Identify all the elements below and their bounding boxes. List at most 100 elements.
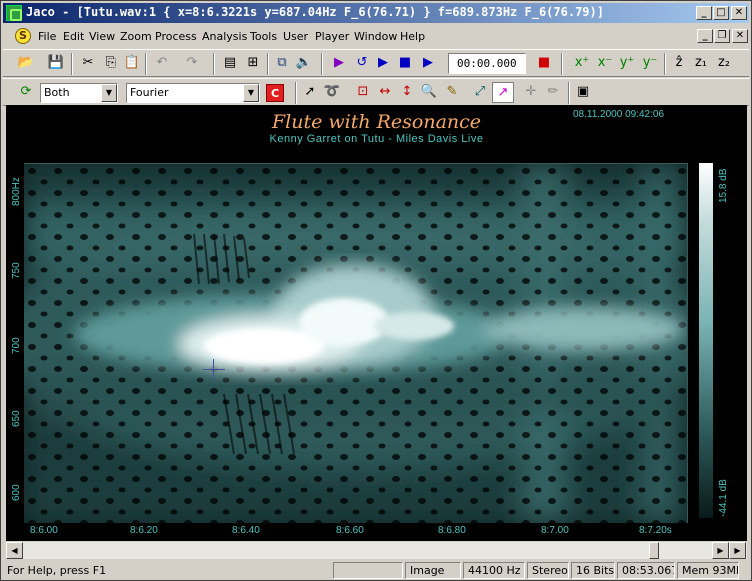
y-plus-icon[interactable]: y⁺ bbox=[616, 53, 638, 74]
channel-select[interactable]: Both ▼ bbox=[40, 83, 118, 103]
colorbar-max-label: 15.8 dB bbox=[718, 168, 729, 203]
y-tick-label: 700 bbox=[11, 337, 22, 354]
x-tick-label: 8:6.60 bbox=[336, 525, 364, 536]
open-folder-icon[interactable]: 📂 bbox=[15, 53, 37, 74]
select-horizontal-icon[interactable]: ↔ bbox=[374, 82, 396, 103]
x-minus-icon[interactable]: x⁻ bbox=[594, 53, 616, 74]
refresh-icon[interactable]: ⟳ bbox=[15, 82, 37, 103]
menu-edit[interactable]: Edit bbox=[63, 30, 84, 43]
status-bits: 16 Bits bbox=[571, 562, 615, 579]
horizontal-scrollbar[interactable]: ◀ ▶ ▶ bbox=[6, 542, 747, 559]
menu-file[interactable]: File bbox=[38, 30, 56, 43]
zoom-z-icon[interactable]: ẑ bbox=[668, 53, 690, 74]
play-icon[interactable]: ▶ bbox=[372, 53, 394, 74]
menu-window[interactable]: Window bbox=[354, 30, 397, 43]
brush-icon[interactable]: ✎ bbox=[441, 82, 463, 103]
toolbar-separator bbox=[561, 53, 563, 75]
paste-icon[interactable]: 📋 bbox=[121, 53, 143, 74]
x-tick-label: 8:6.20 bbox=[130, 525, 158, 536]
y-minus-icon[interactable]: y⁻ bbox=[639, 53, 661, 74]
app-icon[interactable] bbox=[6, 5, 22, 21]
mdi-minimize-button[interactable]: _ bbox=[697, 29, 713, 43]
window-title: Jaco - [Tutu.wav:1 { x=8:6.3221s y=687.0… bbox=[26, 5, 604, 19]
export-image-icon[interactable]: ⊞ bbox=[242, 53, 264, 74]
zoom-z1-icon[interactable]: z₁ bbox=[690, 53, 712, 74]
status-sample-rate: 44100 Hz bbox=[463, 562, 525, 579]
toolbar-separator bbox=[295, 82, 297, 104]
y-tick-label: 650 bbox=[11, 410, 22, 427]
analysis-toolbar: ⟳ Both ▼ Fourier ▼ C ➚ ➰ ⊡ ↔ ↕ 🔍 ✎ ⤢ ↗ ✛… bbox=[3, 78, 749, 106]
play-selection-icon[interactable]: ▶ bbox=[328, 53, 350, 74]
select-vertical-icon[interactable]: ↕ bbox=[396, 82, 418, 103]
status-memory: Mem 93MB bbox=[677, 562, 739, 579]
menu-player[interactable]: Player bbox=[315, 30, 349, 43]
x-tick-label: 8:7.00 bbox=[541, 525, 569, 536]
spectrogram-heatmap bbox=[24, 164, 687, 523]
crosshair-icon[interactable]: ✛ bbox=[520, 82, 542, 103]
speaker-icon[interactable]: 🔈 bbox=[293, 53, 315, 74]
x-tick-label: 8:6.80 bbox=[438, 525, 466, 536]
save-icon[interactable]: 💾 bbox=[45, 53, 67, 74]
y-tick-label: 800Hz bbox=[11, 177, 22, 206]
c-button[interactable]: C bbox=[266, 84, 284, 102]
mdi-restore-button[interactable]: ❐ bbox=[714, 29, 730, 43]
menu-zoom[interactable]: Zoom bbox=[120, 30, 152, 43]
scroll-right-button[interactable]: ▶ bbox=[712, 542, 729, 559]
chevron-down-icon[interactable]: ▼ bbox=[243, 84, 259, 102]
mdi-close-button[interactable]: ✕ bbox=[732, 29, 748, 43]
pointer-icon[interactable]: ➚ bbox=[299, 82, 321, 103]
play-window-icon[interactable]: ▶ bbox=[417, 53, 439, 74]
cut-icon[interactable]: ✂ bbox=[77, 53, 99, 74]
transform-select[interactable]: Fourier ▼ bbox=[126, 83, 260, 103]
stop-icon[interactable]: ■ bbox=[394, 53, 416, 74]
menu-process[interactable]: Process bbox=[155, 30, 197, 43]
undo-icon[interactable]: ↶ bbox=[151, 53, 173, 74]
line-tool-icon[interactable]: ⤢ bbox=[469, 82, 491, 103]
minimize-button[interactable]: _ bbox=[696, 6, 712, 20]
network-icon[interactable]: ⧉ bbox=[271, 53, 293, 74]
notes-icon[interactable]: ▣ bbox=[572, 82, 594, 103]
y-tick-label: 750 bbox=[11, 262, 22, 279]
chevron-down-icon[interactable]: ▼ bbox=[101, 84, 117, 102]
menu-help[interactable]: Help bbox=[400, 30, 425, 43]
status-help-text: For Help, press F1 bbox=[7, 564, 107, 577]
toolbar-separator bbox=[145, 53, 147, 75]
crosshair-cursor bbox=[213, 359, 214, 381]
menu-user[interactable]: User bbox=[283, 30, 308, 43]
properties-icon[interactable]: ▤ bbox=[219, 53, 241, 74]
spectrogram-view[interactable]: Flute with Resonance Kenny Garret on Tut… bbox=[6, 105, 747, 541]
transform-select-value: Fourier bbox=[130, 86, 169, 99]
loop-icon[interactable]: ↺ bbox=[351, 53, 373, 74]
x-tick-label: 8:7.20s bbox=[639, 525, 672, 536]
redo-icon[interactable]: ↷ bbox=[181, 53, 203, 74]
maximize-button[interactable]: □ bbox=[713, 6, 729, 20]
zoom-z2-icon[interactable]: z₂ bbox=[713, 53, 735, 74]
close-button[interactable]: ✕ bbox=[731, 6, 747, 20]
menu-tools[interactable]: Tools bbox=[250, 30, 277, 43]
spectrogram-image[interactable] bbox=[24, 163, 688, 523]
marker-tool-icon[interactable]: ↗ bbox=[492, 82, 514, 103]
toolbar-separator bbox=[664, 53, 666, 75]
colorbar bbox=[699, 163, 713, 518]
record-icon[interactable]: ■ bbox=[533, 53, 555, 74]
toolbar-separator bbox=[568, 82, 570, 104]
toolbar-separator bbox=[213, 53, 215, 75]
x-plus-icon[interactable]: x⁺ bbox=[571, 53, 593, 74]
scroll-thumb[interactable] bbox=[649, 542, 659, 559]
copy-icon[interactable]: ⎘ bbox=[100, 53, 122, 74]
scroll-right-end-button[interactable]: ▶ bbox=[729, 542, 746, 559]
pencil-icon[interactable]: ✏ bbox=[542, 82, 564, 103]
scroll-left-button[interactable]: ◀ bbox=[6, 542, 23, 559]
toolbar-separator bbox=[71, 53, 73, 75]
y-tick-label: 600 bbox=[11, 484, 22, 501]
menu-view[interactable]: View bbox=[89, 30, 115, 43]
magnifier-icon[interactable]: 🔍 bbox=[418, 82, 440, 103]
title-bar[interactable]: Jaco - [Tutu.wav:1 { x=8:6.3221s y=687.0… bbox=[3, 3, 749, 23]
lasso-icon[interactable]: ➰ bbox=[321, 82, 343, 103]
time-display[interactable]: 00:00.000 bbox=[448, 53, 526, 74]
channel-select-value: Both bbox=[44, 86, 70, 99]
x-tick-label: 8:6.00 bbox=[30, 525, 58, 536]
select-rect-icon[interactable]: ⊡ bbox=[352, 82, 374, 103]
document-icon[interactable]: S bbox=[15, 28, 31, 44]
menu-analysis[interactable]: Analysis bbox=[202, 30, 247, 43]
